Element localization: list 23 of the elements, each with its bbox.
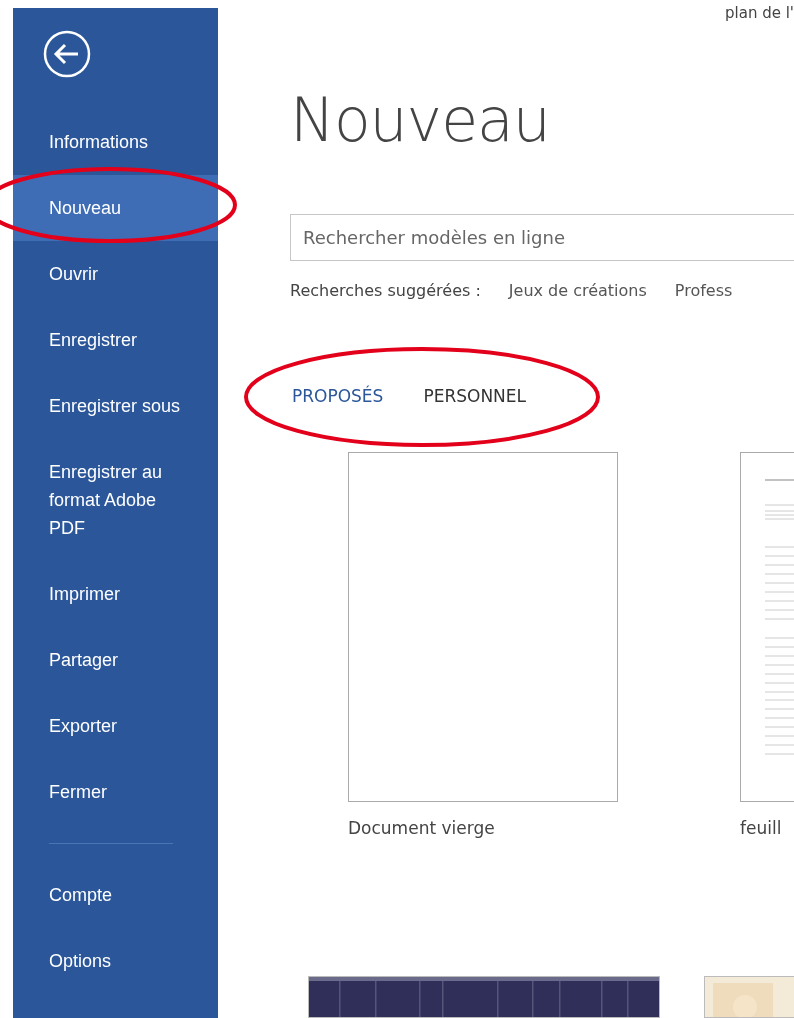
sidebar-item[interactable]: Nouveau: [13, 175, 218, 241]
sidebar-item[interactable]: Compte: [13, 862, 218, 928]
sidebar-item[interactable]: Enregistrer au format Adobe PDF: [13, 439, 218, 561]
sidebar-item[interactable]: Ouvrir: [13, 241, 218, 307]
sidebar-item[interactable]: Imprimer: [13, 561, 218, 627]
sidebar-item[interactable]: Options: [13, 928, 218, 994]
sidebar-item[interactable]: Enregistrer sous: [13, 373, 218, 439]
suggested-search-link[interactable]: Profess: [674, 281, 733, 300]
sidebar-item[interactable]: Informations: [13, 109, 218, 175]
template-label: Document vierge: [348, 818, 496, 838]
template-label: feuill: [740, 818, 783, 838]
tab[interactable]: PROPOSÉS: [292, 386, 384, 406]
page-title: Nouveau: [290, 84, 551, 156]
tab[interactable]: PERSONNEL: [423, 386, 527, 406]
sidebar-item[interactable]: Exporter: [13, 693, 218, 759]
sidebar-item[interactable]: Enregistrer: [13, 307, 218, 373]
suggested-label: Recherches suggérées :: [290, 281, 481, 300]
search-field[interactable]: Rechercher modèles en ligne: [290, 214, 794, 261]
sidebar-item[interactable]: Partager: [13, 627, 218, 693]
suggested-search-link[interactable]: Jeux de créations: [508, 281, 647, 300]
cut-off-text: plan de l': [725, 4, 794, 22]
sidebar-item[interactable]: Fermer: [13, 759, 218, 825]
template-thumbnail[interactable]: [348, 452, 618, 802]
